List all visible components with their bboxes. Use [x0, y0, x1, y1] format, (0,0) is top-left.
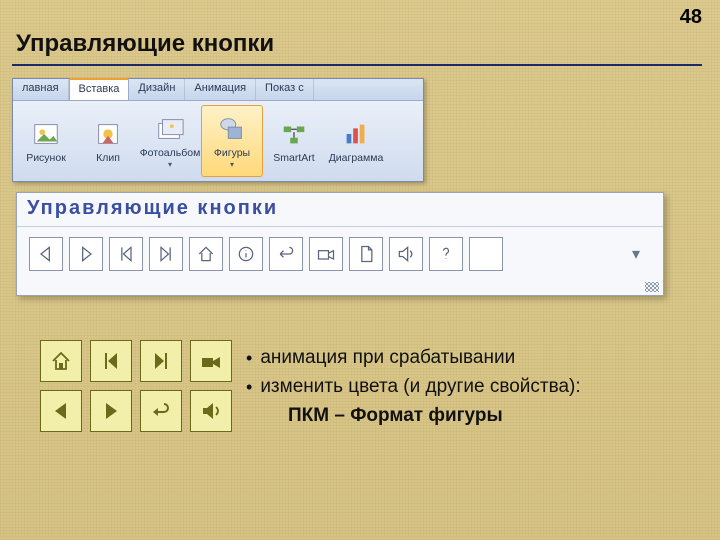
ribbon-item-shapes[interactable]: Фигуры ▾	[201, 105, 263, 177]
bullet-dot-icon: •	[246, 373, 252, 402]
ribbon-item-album[interactable]: Фотоальбом ▾	[139, 105, 201, 177]
action-button-return[interactable]	[269, 237, 303, 271]
title-underline	[12, 64, 702, 66]
yellow-action-buttons	[40, 340, 232, 432]
bullet-subtext: ПКМ – Формат фигуры	[288, 402, 581, 431]
action-button-movie[interactable]	[309, 237, 343, 271]
bullet-dot-icon: •	[246, 344, 252, 373]
panel-row: ▾	[17, 227, 663, 281]
yellow-button-sound[interactable]	[190, 390, 232, 432]
ribbon: лавная Вставка Дизайн Анимация Показ с Р…	[12, 78, 424, 182]
bullet-item: • изменить цвета (и другие свойства):	[246, 373, 581, 402]
clip-icon	[93, 119, 123, 149]
action-button-home[interactable]	[189, 237, 223, 271]
slide-title: Управляющие кнопки	[16, 30, 274, 58]
ribbon-tab-design[interactable]: Дизайн	[129, 79, 185, 100]
page-number: 48	[680, 6, 702, 29]
ribbon-item-label: SmartArt	[273, 152, 314, 164]
action-button-forward[interactable]	[69, 237, 103, 271]
picture-icon	[31, 119, 61, 149]
ribbon-item-label: Клип	[96, 152, 120, 164]
yellow-button-movie[interactable]	[190, 340, 232, 382]
bullet-text: изменить цвета (и другие свойства):	[260, 373, 580, 402]
action-button-back[interactable]	[29, 237, 63, 271]
panel-dropdown-icon[interactable]: ▾	[627, 245, 645, 263]
ribbon-item-label: Фотоальбом	[140, 147, 201, 159]
ribbon-body: Рисунок Клип Фотоальбом ▾ Фигуры ▾ Smart…	[13, 101, 423, 181]
action-button-sound[interactable]	[389, 237, 423, 271]
yellow-button-forward[interactable]	[90, 390, 132, 432]
action-button-help[interactable]	[429, 237, 463, 271]
ribbon-item-picture[interactable]: Рисунок	[15, 105, 77, 177]
action-button-blank[interactable]	[469, 237, 503, 271]
dropdown-icon: ▾	[230, 160, 234, 169]
ribbon-tab-slideshow[interactable]: Показ с	[256, 79, 314, 100]
ribbon-item-chart[interactable]: Диаграмма	[325, 105, 387, 177]
panel-title: Управляющие кнопки	[17, 193, 663, 227]
dropdown-icon: ▾	[168, 160, 172, 169]
shapes-icon	[217, 114, 247, 144]
bullet-item: • анимация при срабатывании	[246, 344, 581, 373]
smartart-icon	[279, 119, 309, 149]
ribbon-item-smartart[interactable]: SmartArt	[263, 105, 325, 177]
ribbon-tab-insert[interactable]: Вставка	[69, 78, 130, 100]
ribbon-item-clip[interactable]: Клип	[77, 105, 139, 177]
ribbon-item-label: Фигуры	[214, 147, 250, 159]
bullet-list: • анимация при срабатывании • изменить ц…	[246, 344, 581, 430]
action-buttons-panel: Управляющие кнопки ▾	[16, 192, 664, 296]
yellow-button-home[interactable]	[40, 340, 82, 382]
ribbon-tab-home[interactable]: лавная	[13, 79, 69, 100]
action-button-last[interactable]	[149, 237, 183, 271]
chart-icon	[341, 119, 371, 149]
yellow-button-last[interactable]	[140, 340, 182, 382]
resize-grip-icon	[645, 282, 659, 292]
yellow-button-return[interactable]	[140, 390, 182, 432]
action-button-document[interactable]	[349, 237, 383, 271]
yellow-button-back[interactable]	[40, 390, 82, 432]
action-button-info[interactable]	[229, 237, 263, 271]
ribbon-tabs: лавная Вставка Дизайн Анимация Показ с	[13, 79, 423, 101]
ribbon-tab-animation[interactable]: Анимация	[185, 79, 256, 100]
action-button-first[interactable]	[109, 237, 143, 271]
ribbon-item-label: Рисунок	[26, 152, 66, 164]
ribbon-item-label: Диаграмма	[329, 152, 384, 164]
yellow-button-first[interactable]	[90, 340, 132, 382]
album-icon	[155, 114, 185, 144]
bullet-text: анимация при срабатывании	[260, 344, 515, 373]
